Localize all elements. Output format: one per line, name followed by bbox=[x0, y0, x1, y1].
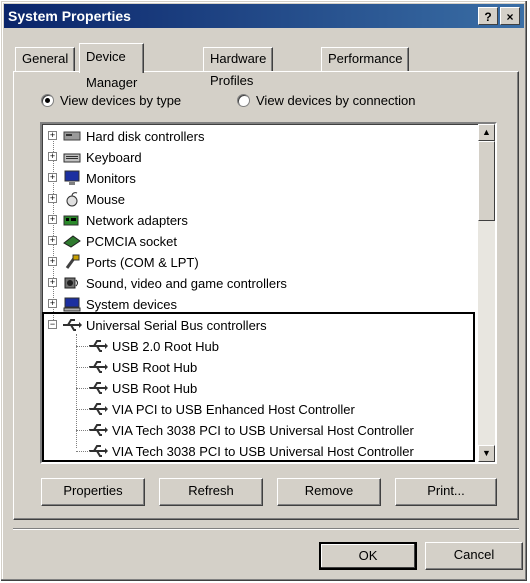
tree-item-pcmcia-socket[interactable]: + PCMCIA socket bbox=[48, 231, 177, 251]
tab-general[interactable]: General bbox=[15, 47, 76, 71]
tree-item-via-universal-host-controller[interactable]: VIA Tech 3038 PCI to USB Universal Host … bbox=[72, 420, 414, 440]
view-by-connection-option[interactable]: View devices by connection bbox=[237, 93, 415, 108]
tree-item-usb-root-hub[interactable]: USB Root Hub bbox=[72, 378, 197, 398]
mouse-icon bbox=[62, 190, 82, 208]
tree-item-ports[interactable]: + Ports (COM & LPT) bbox=[48, 252, 199, 272]
tree-connector bbox=[76, 430, 90, 431]
tab-hardware-profiles[interactable]: Hardware Profiles bbox=[203, 47, 274, 88]
tree-item-network-adapters[interactable]: + Network adapters bbox=[48, 210, 188, 230]
tree-item-label: VIA Tech 3038 PCI to USB Universal Host … bbox=[112, 422, 414, 438]
usb-icon bbox=[88, 337, 108, 355]
print-button[interactable]: Print... bbox=[395, 478, 497, 506]
tree-item-label: USB Root Hub bbox=[112, 380, 198, 396]
tree-item-via-universal-host-controller[interactable]: VIA Tech 3038 PCI to USB Universal Host … bbox=[72, 441, 414, 461]
usb-icon bbox=[88, 358, 108, 376]
tree-item-label: VIA PCI to USB Enhanced Host Controller bbox=[112, 401, 355, 417]
disk-controller-icon bbox=[62, 127, 82, 145]
tree-connector bbox=[76, 409, 90, 410]
pcmcia-icon bbox=[62, 232, 82, 250]
tree-item-usb-2-root-hub[interactable]: USB 2.0 Root Hub bbox=[72, 336, 219, 356]
expand-icon[interactable]: + bbox=[48, 173, 57, 182]
ok-button[interactable]: OK bbox=[319, 542, 417, 570]
tree-item-label: VIA Tech 3038 PCI to USB Universal Host … bbox=[112, 443, 414, 459]
tree-item-system-devices[interactable]: + System devices bbox=[48, 294, 177, 314]
tree-item-label: Hard disk controllers bbox=[86, 128, 205, 144]
tree-item-usb-controllers[interactable]: − Universal Serial Bus controllers bbox=[48, 315, 267, 335]
keyboard-icon bbox=[62, 148, 82, 166]
expand-icon[interactable]: + bbox=[48, 131, 57, 140]
sound-icon bbox=[62, 274, 82, 292]
scroll-down-button[interactable]: ▼ bbox=[478, 445, 495, 462]
tree-item-usb-root-hub[interactable]: USB Root Hub bbox=[72, 357, 197, 377]
expand-icon[interactable]: + bbox=[48, 236, 57, 245]
expand-icon[interactable]: + bbox=[48, 299, 57, 308]
tree-item-hard-disk-controllers[interactable]: + Hard disk controllers bbox=[48, 126, 205, 146]
tree-item-label: PCMCIA socket bbox=[86, 233, 178, 249]
tree-item-label: USB Root Hub bbox=[112, 359, 198, 375]
tree-item-label: Monitors bbox=[86, 170, 136, 186]
tree-item-label: Network adapters bbox=[86, 212, 188, 228]
usb-icon bbox=[62, 316, 82, 334]
usb-icon bbox=[88, 379, 108, 397]
system-devices-icon bbox=[62, 295, 82, 313]
tree-connector bbox=[76, 346, 90, 347]
view-by-type-radio[interactable] bbox=[41, 94, 54, 107]
usb-icon bbox=[88, 442, 108, 460]
expand-icon[interactable]: + bbox=[48, 215, 57, 224]
network-adapter-icon bbox=[62, 211, 82, 229]
tree-item-label: Sound, video and game controllers bbox=[86, 275, 287, 291]
scroll-up-button[interactable]: ▲ bbox=[478, 124, 495, 141]
collapse-icon[interactable]: − bbox=[48, 320, 57, 329]
tree-item-label: System devices bbox=[86, 296, 178, 312]
refresh-button[interactable]: Refresh bbox=[159, 478, 263, 506]
expand-icon[interactable]: + bbox=[48, 278, 57, 287]
tree-connector bbox=[76, 367, 90, 368]
tab-performance[interactable]: Performance bbox=[321, 47, 410, 71]
usb-icon bbox=[88, 400, 108, 418]
tab-device-manager[interactable]: Device Manager bbox=[79, 43, 145, 90]
monitor-icon bbox=[62, 169, 82, 187]
tree-item-sound-video-game[interactable]: + Sound, video and game controllers bbox=[48, 273, 287, 293]
remove-button[interactable]: Remove bbox=[277, 478, 381, 506]
close-button[interactable]: × bbox=[500, 7, 520, 25]
expand-icon[interactable]: + bbox=[48, 152, 57, 161]
expand-icon[interactable]: + bbox=[48, 257, 57, 266]
tree-item-mouse[interactable]: + Mouse bbox=[48, 189, 125, 209]
tree-item-label: USB 2.0 Root Hub bbox=[112, 338, 219, 354]
divider bbox=[13, 528, 519, 530]
device-tree[interactable]: + Hard disk controllers + Keyboard + Mon… bbox=[40, 122, 497, 464]
usb-icon bbox=[88, 421, 108, 439]
tree-item-keyboard[interactable]: + Keyboard bbox=[48, 147, 142, 167]
window-title: System Properties bbox=[8, 8, 131, 24]
tree-item-label: Keyboard bbox=[86, 149, 142, 165]
view-by-connection-radio[interactable] bbox=[237, 94, 250, 107]
port-icon bbox=[62, 253, 82, 271]
tree-item-monitors[interactable]: + Monitors bbox=[48, 168, 136, 188]
expand-icon[interactable]: + bbox=[48, 194, 57, 203]
system-properties-window: System Properties ? × General Device Man… bbox=[0, 0, 528, 582]
help-button[interactable]: ? bbox=[478, 7, 498, 25]
tree-item-label: Universal Serial Bus controllers bbox=[86, 317, 267, 333]
view-by-connection-label: View devices by connection bbox=[256, 93, 416, 108]
properties-button[interactable]: Properties bbox=[41, 478, 145, 506]
vertical-scrollbar[interactable]: ▲ ▼ bbox=[478, 124, 495, 462]
cancel-button[interactable]: Cancel bbox=[425, 542, 523, 570]
tree-connector bbox=[76, 388, 90, 389]
title-bar[interactable]: System Properties ? × bbox=[4, 4, 524, 28]
tree-connector bbox=[76, 451, 90, 452]
tree-item-via-enhanced-host-controller[interactable]: VIA PCI to USB Enhanced Host Controller bbox=[72, 399, 355, 419]
tree-item-label: Ports (COM & LPT) bbox=[86, 254, 199, 270]
tree-item-label: Mouse bbox=[86, 191, 126, 207]
scroll-thumb[interactable] bbox=[478, 141, 495, 221]
